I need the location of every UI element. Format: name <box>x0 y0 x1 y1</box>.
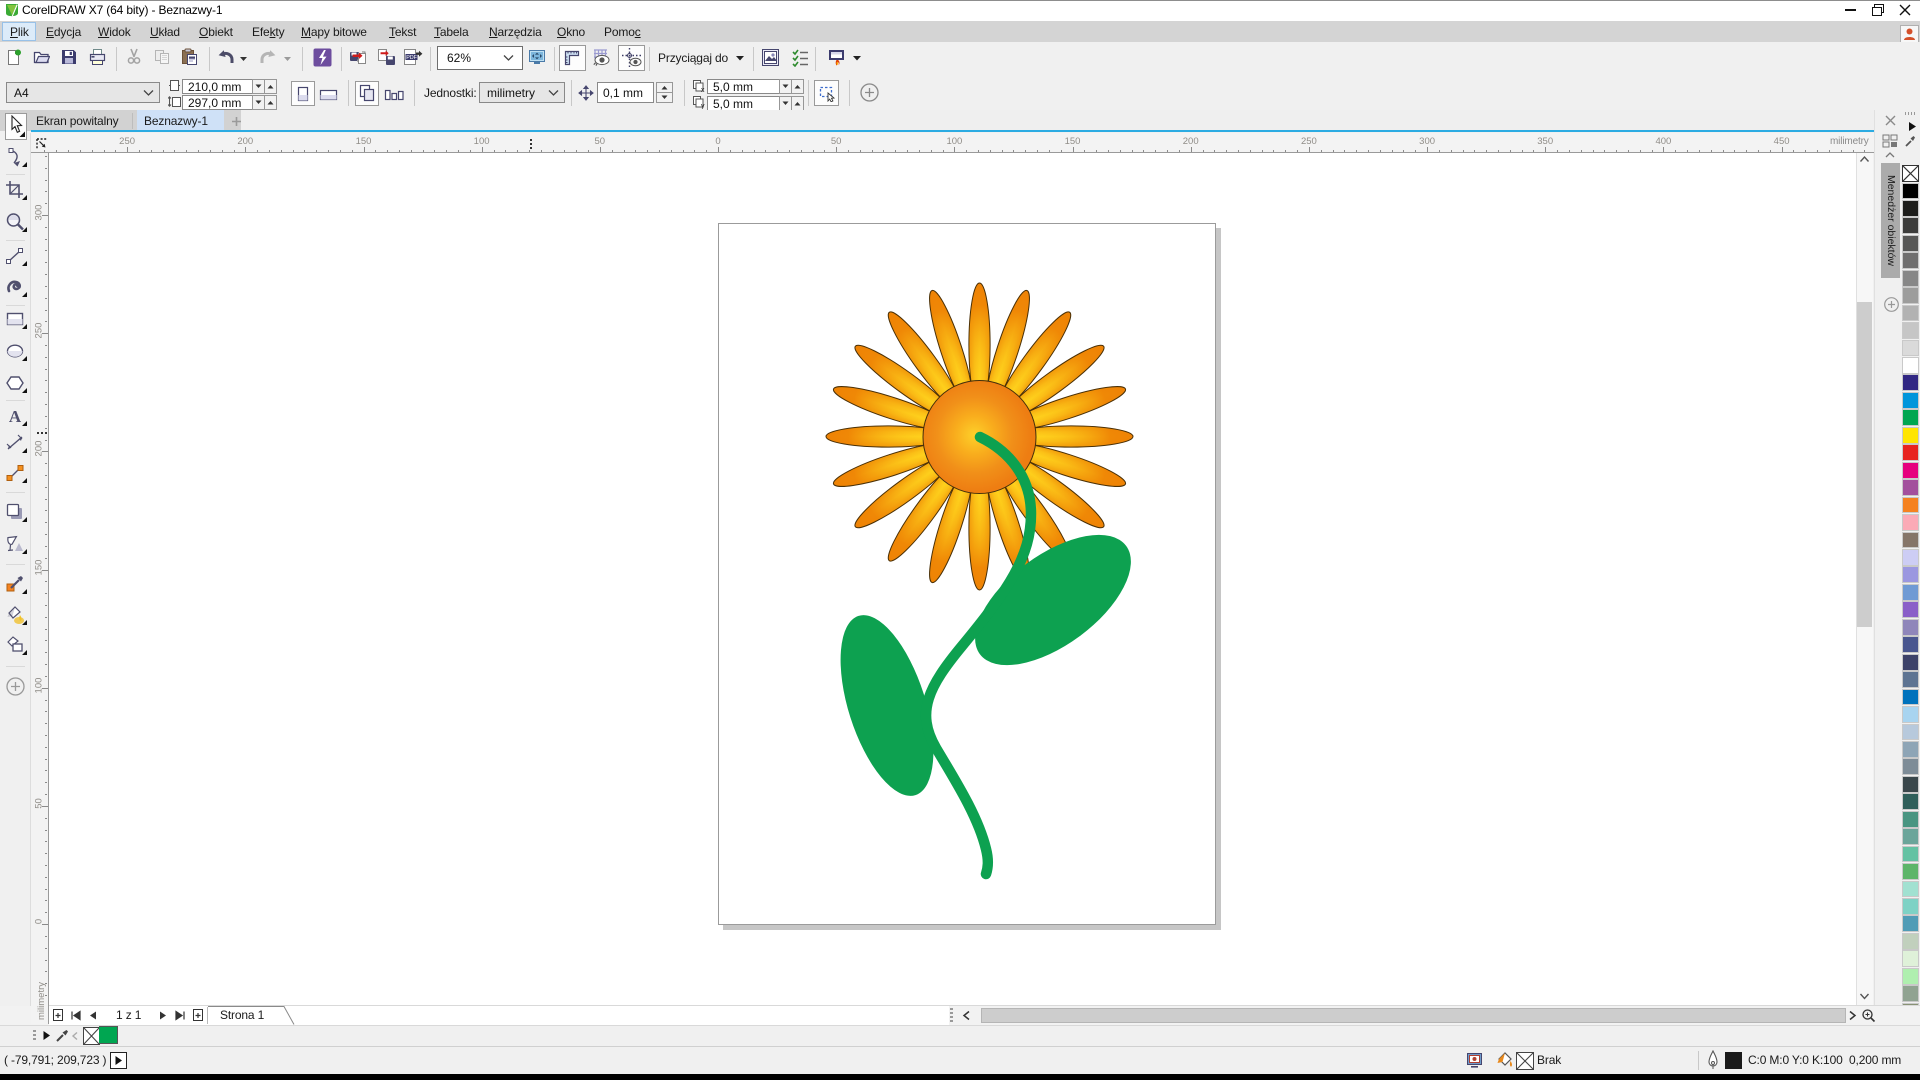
svg-text:milimetry: milimetry <box>36 982 47 1020</box>
svg-text:A: A <box>9 407 22 426</box>
svg-text:x: x <box>701 87 705 93</box>
svg-text:PDF: PDF <box>406 55 417 61</box>
svg-text:y: y <box>701 103 705 109</box>
